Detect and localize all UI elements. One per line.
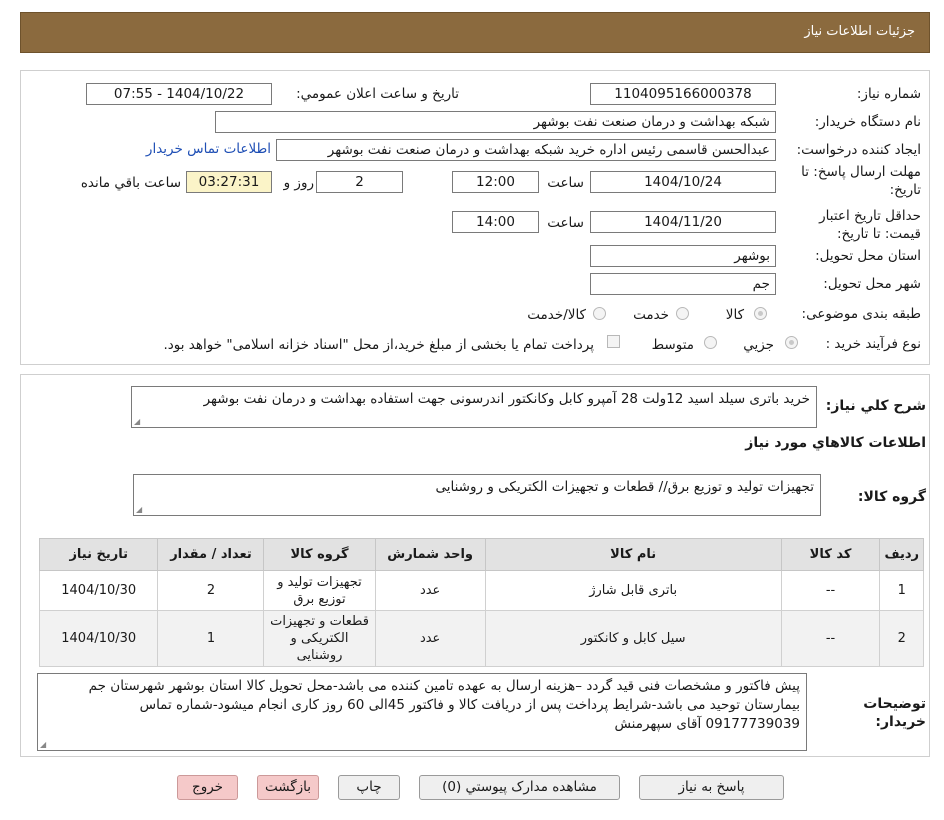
category-goods-service-radio[interactable] — [593, 307, 606, 320]
resize-grip-icon[interactable]: ◢ — [136, 506, 144, 514]
page-title: جزئیات اطلاعات نیاز — [804, 24, 915, 39]
buyer-org-field: شبکه بهداشت و درمان صنعت نفت بوشهر — [215, 111, 776, 133]
days-remaining-field: 2 — [316, 171, 403, 193]
validity-time-label: ساعت — [547, 215, 584, 231]
column-header-group: گروه کالا — [263, 538, 376, 571]
cell-unit: عدد — [374, 570, 486, 611]
cell-code: -- — [780, 570, 881, 611]
category-service-label: خدمت — [633, 307, 669, 323]
announce-date-label: تاريخ و ساعت اعلان عمومي: — [296, 86, 459, 102]
resize-grip-icon[interactable]: ◢ — [134, 418, 142, 426]
process-partial-radio[interactable] — [785, 336, 798, 349]
back-button[interactable]: بازگشت — [257, 775, 319, 800]
cell-code: -- — [780, 610, 881, 667]
category-goods-radio[interactable] — [754, 307, 767, 320]
category-label: طبقه بندی موضوعی: — [801, 306, 921, 322]
category-goods-service-label: کالا/خدمت — [527, 307, 586, 323]
validity-date-field: 1404/11/20 — [590, 211, 776, 233]
cell-name: سیل کابل و کانکتور — [484, 610, 782, 667]
process-medium-label: متوسط — [651, 337, 694, 353]
creator-label: ايجاد کننده درخواست: — [796, 142, 921, 158]
column-header-name: نام کالا — [484, 538, 782, 571]
summary-label: شرح كلي نياز: — [825, 398, 926, 414]
cell-qty: 1 — [157, 610, 265, 667]
treasury-payment-note: پرداخت تمام یا بخشی از مبلغ خرید،از محل … — [163, 337, 594, 353]
buyer-contact-link[interactable]: اطلاعات تماس خریدار — [146, 141, 271, 157]
cell-unit: عدد — [374, 610, 486, 667]
buyer-notes-text: پیش فاکتور و مشخصات فنی قید گردد –هزینه … — [88, 678, 800, 732]
province-label: استان محل تحويل: — [815, 248, 921, 264]
page-header: جزئیات اطلاعات نیاز — [20, 12, 930, 53]
remaining-time-label: ساعت باقي مانده — [80, 175, 181, 191]
process-type-label: نوع فرآیند خرید : — [825, 336, 921, 352]
goods-group-textarea: تجهیزات تولید و توزیع برق// قطعات و تجهی… — [133, 474, 821, 516]
cell-group: قطعات و تجهیزات الکتریکی و روشنایی — [263, 610, 376, 667]
deadline-label: مهلت ارسال پاسخ: تا تاريخ: — [801, 164, 921, 198]
cell-qty: 2 — [157, 570, 265, 611]
announce-date-field: 1404/10/22 - 07:55 — [86, 83, 272, 105]
need-number-field: 1104095166000378 — [590, 83, 776, 105]
goods-table: رديف کد کالا نام کالا واحد شمارش گروه کا… — [38, 538, 924, 667]
buyer-org-label: نام دستگاه خريدار: — [814, 114, 921, 130]
table-row: 2 -- سیل کابل و کانکتور عدد قطعات و تجهی… — [38, 610, 924, 667]
cell-group: تجهیزات تولید و توزیع برق — [263, 570, 376, 611]
cell-row: 1 — [879, 570, 924, 611]
creator-field: عبدالحسن قاسمی رئیس اداره خرید شبکه بهدا… — [276, 139, 776, 161]
goods-group-text: تجهیزات تولید و توزیع برق// قطعات و تجهی… — [435, 479, 814, 495]
need-number-label: شماره نیاز: — [856, 86, 921, 102]
city-label: شهر محل تحويل: — [823, 276, 921, 292]
table-row: 1 -- باتری قابل شارژ عدد تجهیزات تولید و… — [38, 570, 924, 611]
deadline-date-field: 1404/10/24 — [590, 171, 776, 193]
column-header-unit: واحد شمارش — [374, 538, 486, 571]
goods-section-title: اطلاعات كالاهاي مورد نياز — [745, 435, 926, 451]
validity-label: حداقل تاريخ اعتبار قيمت: تا تاريخ: — [819, 208, 921, 242]
goods-group-label: گروه کالا: — [857, 489, 926, 505]
deadline-time-field: 12:00 — [452, 171, 539, 193]
buyer-notes-textarea: پیش فاکتور و مشخصات فنی قید گردد –هزینه … — [37, 673, 807, 751]
remaining-time-field: 03:27:31 — [186, 171, 272, 193]
cell-row: 2 — [879, 610, 924, 667]
summary-text: خرید باتری سیلد اسید 12ولت 28 آمپرو کابل… — [203, 391, 810, 407]
reply-button[interactable]: پاسخ به نیاز — [639, 775, 784, 800]
category-service-radio[interactable] — [676, 307, 689, 320]
province-field: بوشهر — [590, 245, 776, 267]
validity-time-field: 14:00 — [452, 211, 539, 233]
column-header-qty: تعداد / مقدار — [157, 538, 265, 571]
cell-date: 1404/10/30 — [38, 610, 159, 667]
deadline-time-label: ساعت — [547, 175, 584, 191]
process-partial-label: جزیي — [743, 337, 774, 353]
column-header-date: تاریخ نیاز — [38, 538, 159, 571]
column-header-code: کد کالا — [780, 538, 881, 571]
table-header-row: رديف کد کالا نام کالا واحد شمارش گروه کا… — [38, 538, 924, 571]
cell-date: 1404/10/30 — [38, 570, 159, 611]
days-label: روز و — [283, 175, 314, 191]
print-button[interactable]: چاپ — [338, 775, 400, 800]
column-header-row: رديف — [879, 538, 924, 571]
treasury-payment-checkbox[interactable] — [607, 335, 620, 348]
resize-grip-icon[interactable]: ◢ — [40, 741, 48, 749]
category-goods-label: کالا — [725, 307, 744, 323]
city-field: جم — [590, 273, 776, 295]
exit-button[interactable]: خروج — [177, 775, 238, 800]
buyer-notes-label: توضیحات خریدار: — [863, 696, 926, 730]
process-medium-radio[interactable] — [704, 336, 717, 349]
cell-name: باتری قابل شارژ — [484, 570, 782, 611]
summary-textarea: خرید باتری سیلد اسید 12ولت 28 آمپرو کابل… — [131, 386, 817, 428]
view-attachments-button[interactable]: مشاهده مدارک پیوستي (0) — [419, 775, 620, 800]
